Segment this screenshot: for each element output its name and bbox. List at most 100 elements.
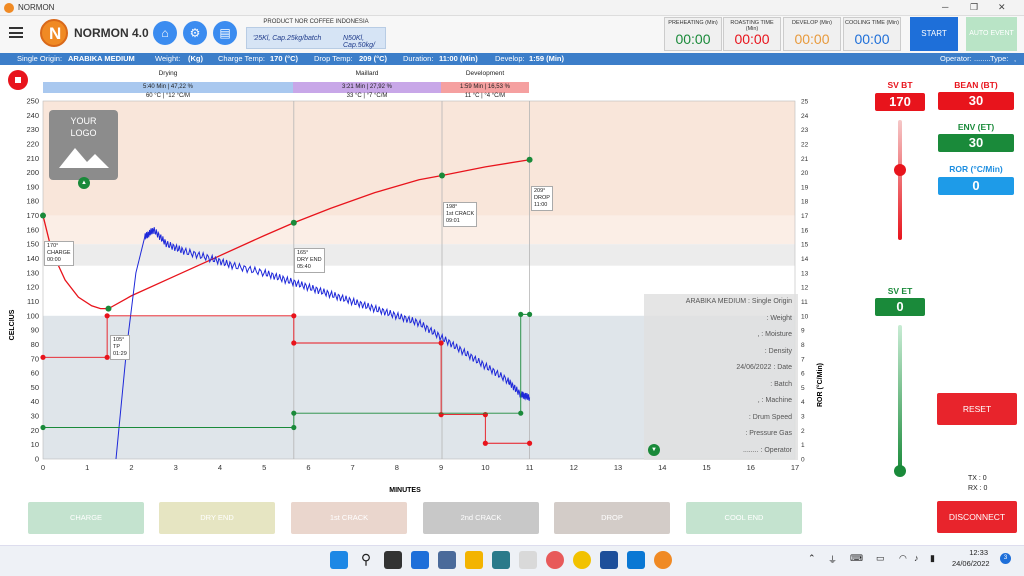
annotation-tp: 105° TP 01:29 [110, 335, 130, 360]
settings-button[interactable]: ⚙ [183, 21, 207, 45]
disconnect-button[interactable]: DISCONNECT [937, 501, 1017, 533]
annotation-temp: 209° [534, 188, 546, 194]
roast-info-panel: ARABIKA MEDIUM : Single Origin : Weight … [644, 294, 798, 460]
y2-tick-label: 20 [801, 170, 809, 177]
charge-label: Charge Temp: [218, 54, 265, 63]
annotation-temp: 170° [47, 243, 59, 249]
info-origin: ARABIKA MEDIUM : Single Origin [685, 298, 792, 305]
y2-tick-label: 2 [801, 428, 805, 435]
ror-value: 0 [938, 177, 1014, 195]
home-icon: ⌂ [161, 26, 169, 40]
event-2nd-crack-button[interactable]: 2nd CRACK [423, 502, 539, 534]
timer-value: 00:00 [734, 31, 770, 47]
windows-start-icon[interactable] [330, 551, 348, 569]
app-icon-red[interactable] [546, 551, 564, 569]
x-tick-label: 10 [481, 463, 489, 472]
develop-label: Develop: [495, 54, 525, 63]
y-tick-label: 30 [31, 412, 39, 421]
keyboard-icon[interactable]: ⌨ [850, 553, 863, 564]
volume-icon[interactable]: ♪ [914, 553, 919, 563]
chevron-up-icon[interactable]: ▲ [78, 177, 90, 189]
sv-bt-slider[interactable] [898, 120, 902, 240]
x-tick-label: 0 [41, 463, 45, 472]
gas-point [40, 354, 46, 360]
hamburger-menu-icon[interactable] [9, 27, 23, 38]
close-icon[interactable]: ✕ [998, 2, 1006, 13]
y-tick-label: 80 [31, 340, 39, 349]
app-icon [4, 3, 14, 13]
y-tick-label: 0 [35, 455, 39, 464]
bean-temp-label: BEAN (BT) [954, 80, 998, 90]
app-icon-blue[interactable] [600, 551, 618, 569]
snipping-tool-icon[interactable] [519, 551, 537, 569]
chevron-down-icon[interactable]: ▼ [648, 444, 660, 456]
maximize-icon[interactable]: ❐ [970, 2, 978, 13]
notification-badge[interactable]: 3 [1000, 553, 1011, 564]
clock-time[interactable]: 12:33 [958, 548, 988, 557]
event-drop-button[interactable]: DROP [554, 502, 670, 534]
duration-label: Duration: [403, 54, 434, 63]
file-explorer-icon[interactable] [465, 551, 483, 569]
air-point [526, 311, 533, 317]
reset-button[interactable]: RESET [937, 393, 1017, 425]
document-button[interactable]: ▤ [213, 21, 237, 45]
auto-event-button[interactable]: AUTO EVENT [966, 17, 1017, 51]
x-tick-label: 7 [351, 463, 355, 472]
bt-event-point [105, 305, 112, 312]
event-dry-end-button[interactable]: DRY END [159, 502, 275, 534]
sv-et-value: 0 [875, 298, 925, 316]
env-temp-value: 30 [938, 134, 1014, 152]
store-icon[interactable] [438, 551, 456, 569]
y2-tick-label: 12 [801, 285, 809, 292]
y2-tick-label: 24 [801, 113, 809, 120]
sv-et-slider[interactable] [898, 325, 902, 473]
y-tick-label: 140 [26, 254, 39, 263]
search-icon[interactable]: ⚲ [357, 551, 375, 569]
start-button[interactable]: START [910, 17, 958, 51]
x-tick-label: 3 [174, 463, 178, 472]
minimize-icon[interactable]: ─ [942, 2, 948, 12]
sv-bt-slider-handle[interactable] [894, 164, 906, 176]
annotation-temp: 105° [113, 337, 125, 343]
vscode-icon[interactable] [627, 551, 645, 569]
task-view-icon[interactable] [384, 551, 402, 569]
battery-icon[interactable]: ▮ [930, 553, 935, 564]
wifi-icon[interactable]: ◠ [899, 553, 907, 564]
weight-value: (Kg) [188, 54, 203, 63]
gas-point [291, 340, 297, 346]
y-tick-label: 160 [26, 225, 39, 234]
gas-point [482, 440, 488, 446]
taskbar [0, 545, 1024, 576]
y2-tick-label: 25 [801, 99, 809, 106]
air-point [518, 410, 524, 416]
y2-tick-label: 15 [801, 242, 809, 249]
widgets-icon[interactable] [411, 551, 429, 569]
usb-icon[interactable]: ⏚ [828, 553, 837, 566]
x-tick-label: 4 [218, 463, 222, 472]
logo-text-2: LOGO [70, 128, 97, 138]
chevron-up-tray-icon[interactable]: ⌃ [808, 553, 816, 564]
display-icon[interactable]: ▭ [876, 553, 885, 564]
home-button[interactable]: ⌂ [153, 21, 177, 45]
y-tick-label: 110 [27, 297, 39, 306]
product-select[interactable]: '25Kl, Cap.25kg/batch N50Kl, Cap.50kg/ [246, 27, 386, 49]
event-cool-end-button[interactable]: COOL END [686, 502, 802, 534]
origin-value: ARABIKA MEDIUM [68, 54, 135, 63]
clock-date[interactable]: 24/06/2022 [952, 559, 990, 568]
x-tick-label: 5 [262, 463, 266, 472]
event-charge-button[interactable]: CHARGE [28, 502, 144, 534]
y2-tick-label: 19 [801, 184, 809, 191]
event-1st-crack-button[interactable]: 1st CRACK [291, 502, 407, 534]
gas-point [526, 440, 533, 446]
chrome-icon[interactable] [573, 551, 591, 569]
annotation-temp: 198° [446, 204, 458, 210]
normon-taskbar-icon[interactable] [654, 551, 672, 569]
record-button[interactable] [8, 70, 28, 90]
phase-bar-maillard: 3:21 Min | 27,92 % [293, 82, 441, 93]
company-logo-placeholder: YOUR LOGO [49, 110, 118, 180]
y-tick-label: 150 [26, 240, 39, 249]
phase-bar-development: 1:59 Min | 16,53 % [441, 82, 529, 93]
notepad-icon[interactable] [492, 551, 510, 569]
sv-et-slider-handle[interactable] [894, 465, 906, 477]
y-tick-label: 200 [26, 168, 39, 177]
